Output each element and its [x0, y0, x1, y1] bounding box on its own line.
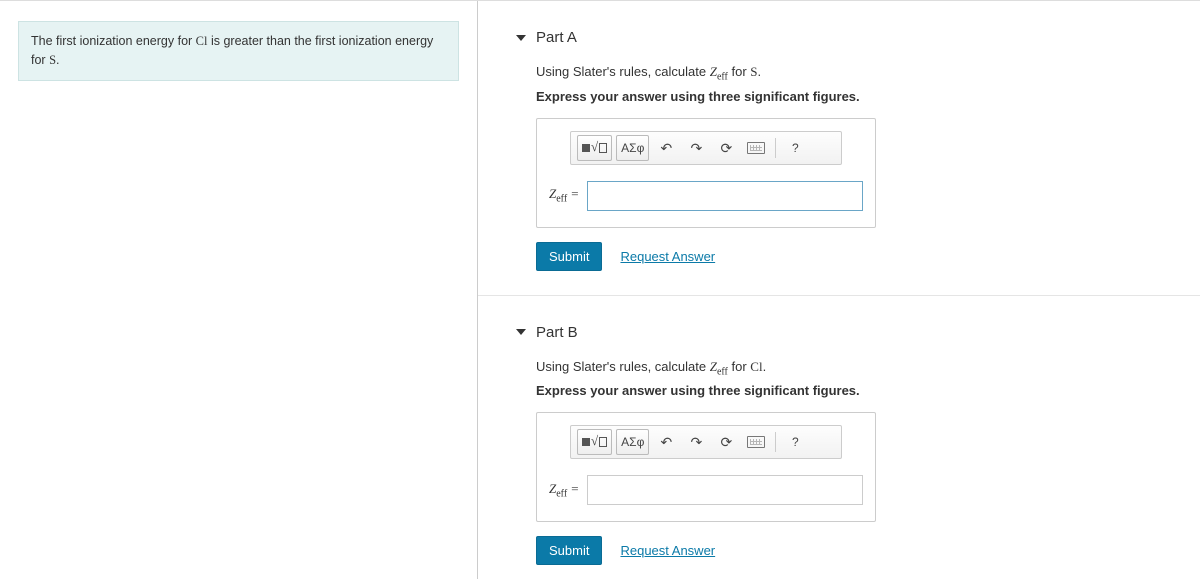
undo-button[interactable]: ↶ — [653, 135, 679, 161]
part-a-input-row: Zeff = — [537, 175, 875, 227]
caret-down-icon — [516, 329, 526, 335]
part-a-actions: Submit Request Answer — [536, 242, 1140, 271]
part-b-header[interactable]: Part B — [516, 324, 1140, 341]
part-b-instruction: Express your answer using three signific… — [536, 383, 1140, 398]
part-a-body: Using Slater's rules, calculate Zeff for… — [516, 64, 1140, 271]
intro-suffix: . — [56, 53, 59, 67]
keyboard-icon — [747, 142, 765, 154]
part-b-body: Using Slater's rules, calculate Zeff for… — [516, 359, 1140, 566]
intro-element-1: Cl — [196, 34, 208, 48]
part-b-answer-input[interactable] — [587, 475, 863, 505]
undo-button[interactable]: ↶ — [653, 429, 679, 455]
redo-icon: ↷ — [690, 435, 702, 449]
redo-button[interactable]: ↷ — [683, 135, 709, 161]
caret-down-icon — [516, 35, 526, 41]
part-a-title: Part A — [536, 29, 577, 46]
part-b-input-row: Zeff = — [537, 469, 875, 521]
equation-toolbar: √ ΑΣφ ↶ ↷ ⟳ ? — [570, 131, 842, 165]
part-a-instruction: Express your answer using three signific… — [536, 89, 1140, 104]
keyboard-button[interactable] — [743, 429, 769, 455]
submit-button[interactable]: Submit — [536, 536, 602, 565]
redo-icon: ↷ — [690, 141, 702, 155]
part-a-header[interactable]: Part A — [516, 29, 1140, 46]
intro-prefix: The first ionization energy for — [31, 34, 196, 48]
symbols-button[interactable]: ΑΣφ — [616, 135, 649, 161]
keyboard-button[interactable] — [743, 135, 769, 161]
part-b-prompt: Using Slater's rules, calculate Zeff for… — [536, 359, 1140, 378]
part-a-answer-frame: √ ΑΣφ ↶ ↷ ⟳ ? Zeff = — [536, 118, 876, 228]
symbols-label: ΑΣφ — [621, 435, 644, 449]
symbols-label: ΑΣφ — [621, 141, 644, 155]
templates-icon: √ — [582, 434, 607, 450]
help-button[interactable]: ? — [782, 135, 808, 161]
question-intro: The first ionization energy for Cl is gr… — [18, 21, 459, 81]
right-column: Part A Using Slater's rules, calculate Z… — [478, 1, 1200, 579]
redo-button[interactable]: ↷ — [683, 429, 709, 455]
undo-icon: ↶ — [660, 435, 672, 449]
templates-icon: √ — [582, 140, 607, 156]
help-icon: ? — [792, 141, 799, 155]
reset-icon: ⟳ — [720, 141, 732, 155]
toolbar-separator — [775, 138, 776, 158]
zeff-label: Zeff = — [549, 481, 579, 500]
reset-icon: ⟳ — [720, 435, 732, 449]
help-icon: ? — [792, 435, 799, 449]
part-b: Part B Using Slater's rules, calculate Z… — [478, 324, 1200, 579]
part-b-title: Part B — [536, 324, 578, 341]
request-answer-link[interactable]: Request Answer — [620, 543, 715, 558]
toolbar-separator — [775, 432, 776, 452]
intro-element-2: S — [49, 53, 56, 67]
templates-button[interactable]: √ — [577, 135, 612, 161]
reset-button[interactable]: ⟳ — [713, 135, 739, 161]
left-column: The first ionization energy for Cl is gr… — [0, 1, 478, 579]
part-a-prompt: Using Slater's rules, calculate Zeff for… — [536, 64, 1140, 83]
reset-button[interactable]: ⟳ — [713, 429, 739, 455]
part-b-actions: Submit Request Answer — [536, 536, 1140, 565]
part-a: Part A Using Slater's rules, calculate Z… — [478, 29, 1200, 296]
submit-button[interactable]: Submit — [536, 242, 602, 271]
page: The first ionization energy for Cl is gr… — [0, 0, 1200, 579]
part-b-answer-frame: √ ΑΣφ ↶ ↷ ⟳ ? Zeff = — [536, 412, 876, 522]
help-button[interactable]: ? — [782, 429, 808, 455]
keyboard-icon — [747, 436, 765, 448]
zeff-label: Zeff = — [549, 186, 579, 205]
symbols-button[interactable]: ΑΣφ — [616, 429, 649, 455]
request-answer-link[interactable]: Request Answer — [620, 249, 715, 264]
templates-button[interactable]: √ — [577, 429, 612, 455]
undo-icon: ↶ — [660, 141, 672, 155]
part-a-answer-input[interactable] — [587, 181, 863, 211]
equation-toolbar: √ ΑΣφ ↶ ↷ ⟳ ? — [570, 425, 842, 459]
